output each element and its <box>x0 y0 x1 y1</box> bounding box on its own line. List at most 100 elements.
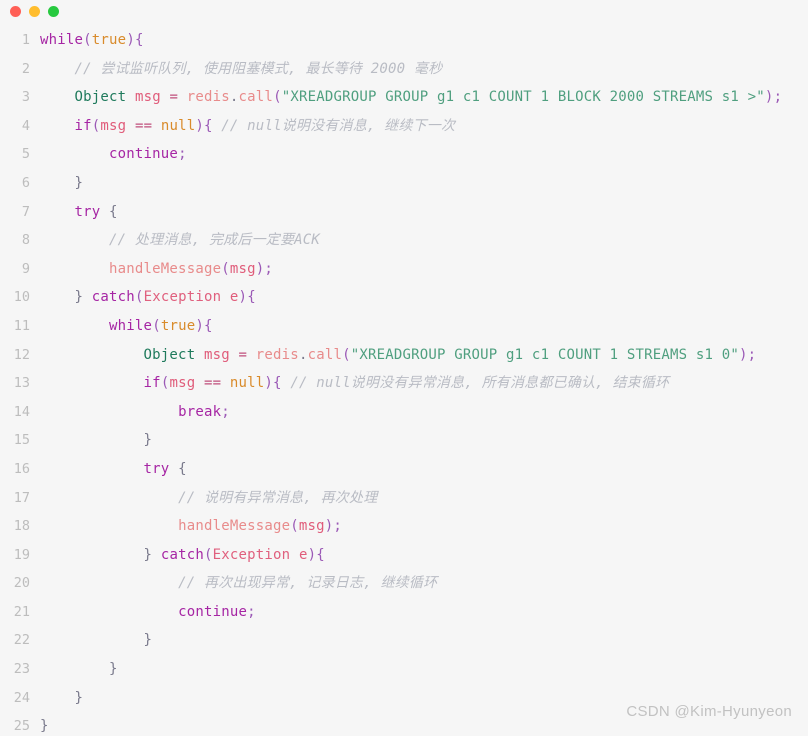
code-line: 23 } <box>0 655 808 684</box>
code-line-text: } <box>40 684 83 713</box>
code-line: 18 handleMessage(msg); <box>0 512 808 541</box>
line-number: 1 <box>21 32 30 48</box>
line-number: 9 <box>21 260 30 277</box>
code-token-cmt: // 尝试监听队列, 使用阻塞模式, 最长等待 2000 毫秒 <box>74 60 443 77</box>
code-line-text: // 处理消息, 完成后一定要ACK <box>40 226 320 255</box>
code-token-pun2 <box>152 547 161 563</box>
code-token-pun2 <box>40 632 144 648</box>
code-line: 12 Object msg = redis.call("XREADGROUP G… <box>0 341 808 370</box>
code-token-pun2 <box>40 490 178 506</box>
code-window: 1 while(true){2 // 尝试监听队列, 使用阻塞模式, 最长等待 2… <box>0 0 808 736</box>
line-number: 24 <box>13 689 30 706</box>
code-token-pun2: { <box>178 460 187 477</box>
line-number: 17 <box>13 489 30 506</box>
code-token-pun: ( <box>221 260 230 277</box>
code-token-kw: try <box>143 460 170 477</box>
line-number: 25 <box>13 718 30 735</box>
code-token-pun: { <box>204 117 213 134</box>
code-token-var: msg <box>229 260 256 277</box>
line-number: 16 <box>13 460 30 477</box>
code-line: 13 if(msg == null){ // null说明没有异常消息, 所有消… <box>0 369 808 398</box>
code-token-pun: ; <box>247 603 256 620</box>
code-line-text: break; <box>40 398 230 427</box>
code-token-fn: redis <box>186 89 230 106</box>
code-token-pun2: } <box>143 432 153 449</box>
code-token-pun2 <box>213 118 222 134</box>
code-token-pun: ) <box>238 289 248 306</box>
code-token-pun2: } <box>40 718 49 735</box>
code-token-pun: ) <box>264 375 274 392</box>
code-token-fn: handleMessage <box>178 518 291 535</box>
line-number: 20 <box>13 575 30 592</box>
code-token-fn: call <box>238 89 274 106</box>
code-token-typ: Object <box>143 346 196 363</box>
code-line: 5 continue; <box>0 140 808 169</box>
code-token-pun2 <box>40 461 144 477</box>
line-number: 2 <box>21 60 30 77</box>
code-token-pun2 <box>40 604 178 620</box>
code-line-text: continue; <box>40 598 256 627</box>
code-line: 9 handleMessage(msg); <box>0 255 808 284</box>
line-number: 3 <box>21 89 30 106</box>
code-token-var: msg <box>134 89 161 106</box>
code-token-pun2 <box>40 375 144 391</box>
code-line-text: } <box>40 426 152 455</box>
code-line-text: } <box>40 626 152 655</box>
code-token-kw: while <box>40 32 84 48</box>
code-line: 1 while(true){ <box>0 26 808 55</box>
code-line: 20 // 再次出现异常, 记录日志, 继续循环 <box>0 569 808 598</box>
code-token-pun: ; <box>178 146 187 163</box>
code-token-pun2 <box>169 461 178 477</box>
code-line-text: } <box>40 655 118 684</box>
code-token-pun2 <box>152 118 161 134</box>
minimize-button-icon[interactable] <box>29 5 40 17</box>
code-token-pun2 <box>40 661 109 677</box>
line-number: 12 <box>13 346 30 363</box>
code-token-cmt: // 说明有异常消息, 再次处理 <box>178 489 378 506</box>
code-token-kw: continue <box>109 146 179 163</box>
code-line-text: continue; <box>40 140 187 169</box>
code-line-text: handleMessage(msg); <box>40 255 273 284</box>
code-token-cmt: // 再次出现异常, 记录日志, 继续循环 <box>178 575 438 592</box>
code-token-pun2 <box>40 518 178 534</box>
code-token-kw: while <box>109 317 153 334</box>
code-line-text: if(msg == null){ // null说明没有异常消息, 所有消息都已… <box>40 369 670 398</box>
code-token-pun2 <box>40 432 144 448</box>
code-token-kw: catch <box>91 289 135 306</box>
code-token-pun: ) <box>195 317 204 334</box>
code-token-pun: ) <box>126 32 135 48</box>
code-token-cmt: // 处理消息, 完成后一定要ACK <box>109 232 321 249</box>
code-token-kw: if <box>143 375 161 392</box>
code-token-op: == <box>203 375 222 392</box>
code-token-var: e <box>298 546 308 563</box>
code-line: 10 } catch(Exception e){ <box>0 283 808 312</box>
code-line: 11 while(true){ <box>0 312 808 341</box>
code-token-pun: ) <box>739 346 748 363</box>
code-token-str: "XREADGROUP GROUP g1 c1 COUNT 1 BLOCK 20… <box>281 89 765 106</box>
code-line: 22 } <box>0 626 808 655</box>
close-button-icon[interactable] <box>10 5 21 17</box>
code-token-var: e <box>229 289 239 306</box>
code-token-pun2: } <box>143 546 153 563</box>
code-token-lit: null <box>229 375 265 392</box>
line-number: 15 <box>13 432 30 449</box>
code-line-text: } catch(Exception e){ <box>40 283 256 312</box>
code-token-pun2 <box>40 404 178 420</box>
code-token-kw: continue <box>178 603 248 620</box>
maximize-button-icon[interactable] <box>48 5 59 17</box>
code-token-op: == <box>134 117 153 134</box>
code-line: 19 } catch(Exception e){ <box>0 541 808 570</box>
code-token-pun2 <box>40 547 144 563</box>
line-number: 18 <box>13 518 30 535</box>
line-number: 4 <box>21 117 30 134</box>
code-token-pun: ( <box>342 346 351 363</box>
code-token-pun2 <box>126 89 135 105</box>
code-token-pun: { <box>316 546 325 563</box>
line-number: 7 <box>21 203 30 220</box>
code-token-pun: ; <box>747 346 757 363</box>
code-token-pun2 <box>40 289 75 305</box>
code-token-pun: ( <box>273 89 282 106</box>
code-token-var: msg <box>169 375 196 392</box>
code-line-text: if(msg == null){ // null说明没有消息, 继续下一次 <box>40 112 455 141</box>
code-line-text: } catch(Exception e){ <box>40 541 325 570</box>
